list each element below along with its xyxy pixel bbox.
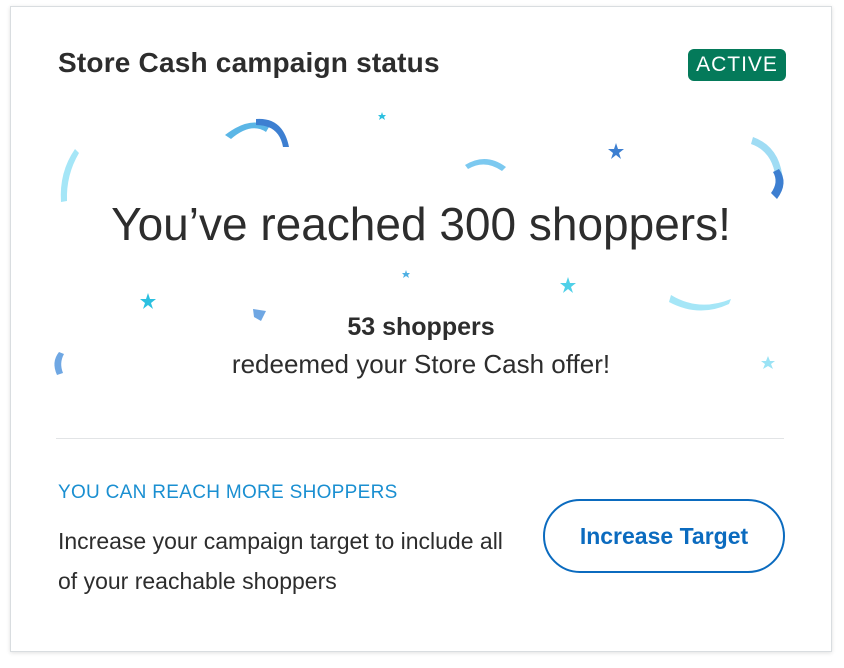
confetti-ribbon <box>465 158 506 171</box>
campaign-status-card: Store Cash campaign status ACTIVE You’ve… <box>10 6 832 652</box>
reach-more-label: YOU CAN REACH MORE SHOPPERS <box>58 482 398 503</box>
confetti-ribbon <box>669 295 731 311</box>
confetti-ribbon <box>60 149 79 202</box>
reach-more-description: Increase your campaign target to include… <box>58 528 503 594</box>
confetti-star <box>560 277 576 293</box>
redeemed-count: 53 shoppers <box>347 313 495 341</box>
confetti-star <box>378 112 386 120</box>
headline: You’ve reached 300 shoppers! <box>111 198 731 250</box>
confetti-star <box>402 270 410 278</box>
redeemed-text: redeemed your Store Cash offer! <box>231 349 611 379</box>
confetti-star <box>140 293 156 309</box>
increase-target-button[interactable]: Increase Target <box>543 499 785 573</box>
confetti-star <box>608 143 624 159</box>
divider <box>56 438 784 439</box>
confetti-ribbon <box>256 118 289 147</box>
